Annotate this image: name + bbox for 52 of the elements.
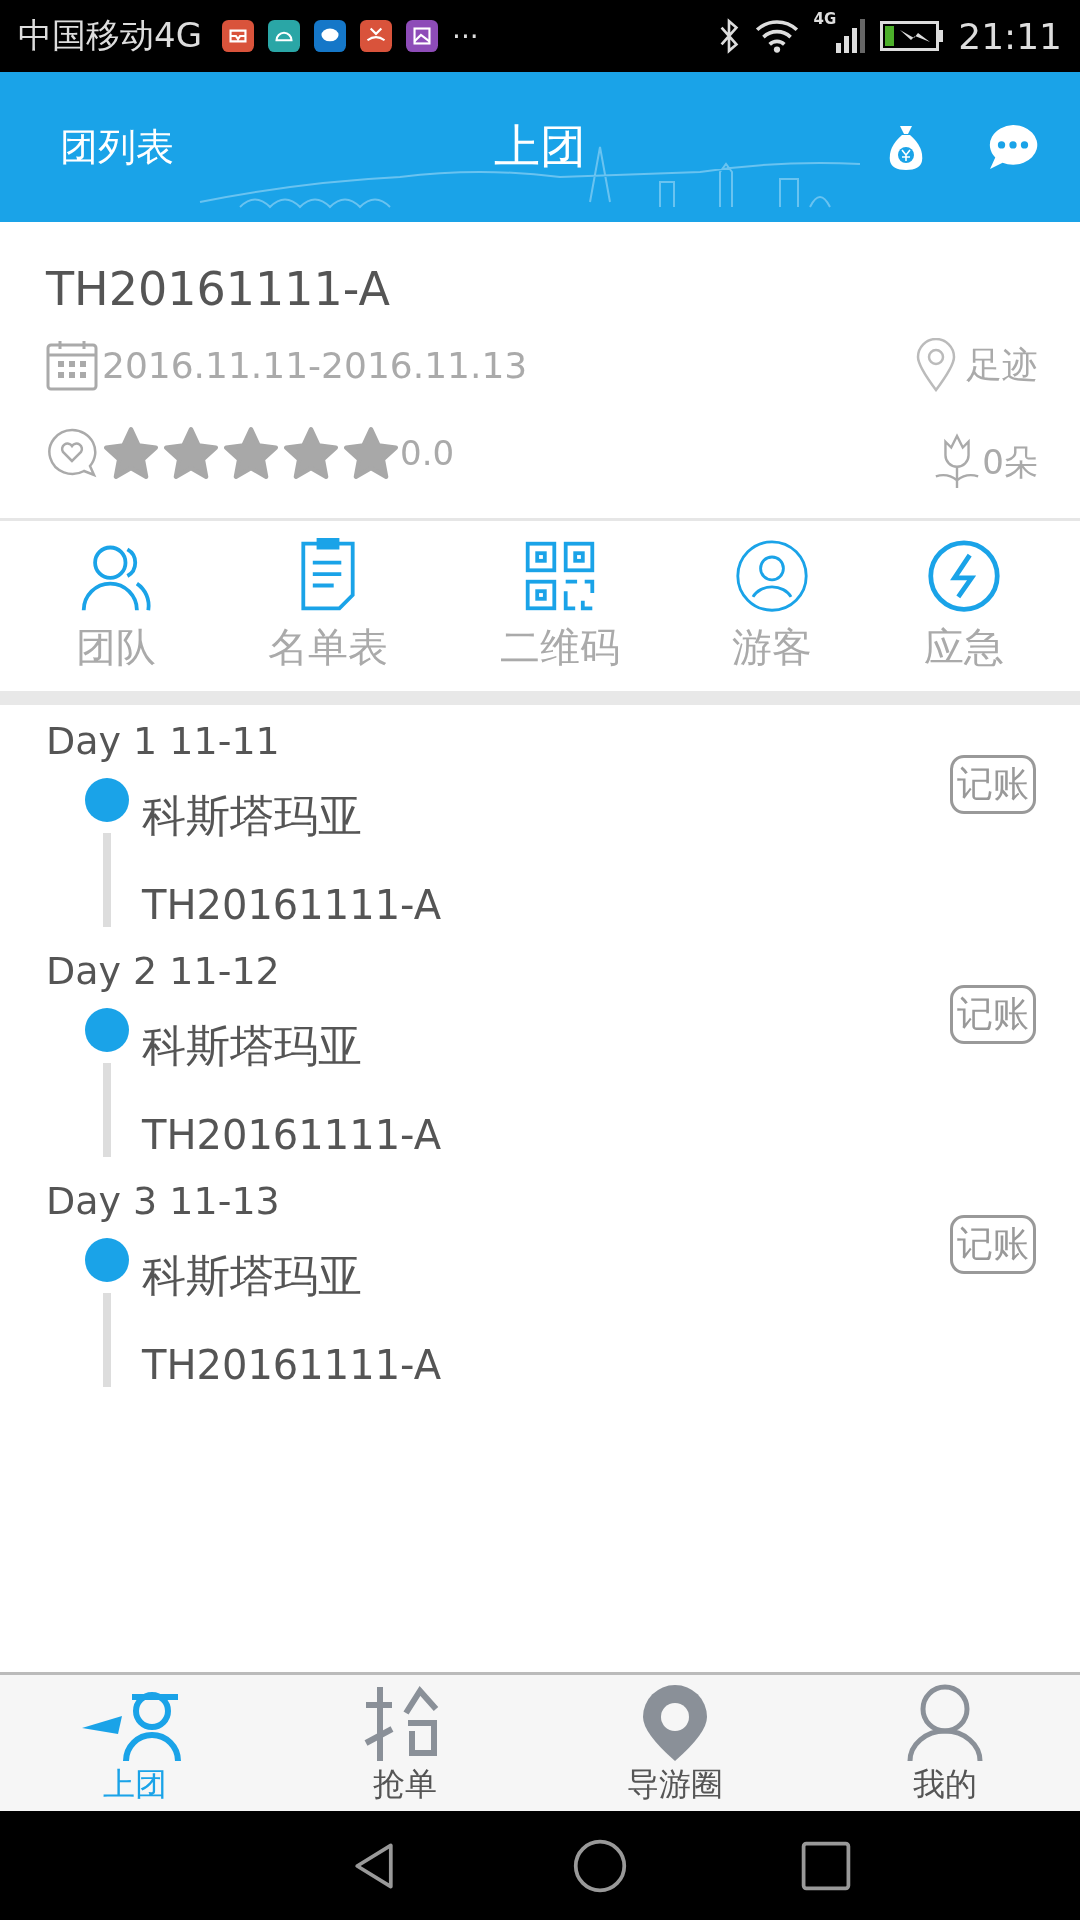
day-heading: Day 2 11-12 xyxy=(46,948,281,993)
group-list-button[interactable]: 团列表 xyxy=(60,121,174,173)
battery-charging-icon xyxy=(880,21,945,51)
shortcut-button[interactable]: 名单表 xyxy=(268,537,388,675)
nav-tab[interactable]: 上团 xyxy=(25,1683,245,1811)
nav-tab[interactable]: 我的 xyxy=(835,1683,1055,1811)
star-icon xyxy=(344,427,398,479)
star-icon xyxy=(224,427,278,479)
clock: 21:11 xyxy=(958,15,1062,57)
image-notification-icon xyxy=(406,20,438,52)
mail-notification-icon xyxy=(222,20,254,52)
shortcut-button[interactable]: 游客 xyxy=(732,537,812,675)
date-range: 2016.11.11-2016.11.13 xyxy=(102,344,528,386)
home-icon[interactable] xyxy=(572,1837,628,1894)
heart-bubble-icon xyxy=(46,427,98,479)
bookkeeping-button[interactable]: 记账 xyxy=(950,1215,1036,1274)
shortcut-button[interactable]: 二维码 xyxy=(500,537,620,675)
nav-tab[interactable]: 导游圈 xyxy=(565,1683,785,1811)
day-heading: Day 1 11-11 xyxy=(46,718,281,763)
carrier-name: 中国移动4G xyxy=(18,14,202,57)
chat-notification-icon xyxy=(314,20,346,52)
bookkeeping-button[interactable]: 记账 xyxy=(950,755,1036,814)
star-icon xyxy=(104,427,158,479)
timeline-dot-icon xyxy=(84,1007,130,1053)
page-title: 上团 xyxy=(494,118,586,175)
star-icon xyxy=(284,427,338,479)
flower-count: 0朵 xyxy=(982,441,1038,484)
nav-tab[interactable]: 抢单 xyxy=(295,1683,515,1811)
person-circle-icon xyxy=(734,537,810,614)
group-code: TH20161111-A xyxy=(142,1342,442,1388)
wifi-icon xyxy=(753,18,800,54)
group-code: TH20161111-A xyxy=(142,1112,442,1158)
rating-value: 0.0 xyxy=(400,433,455,473)
lightning-circle-icon xyxy=(926,537,1002,614)
calendar-icon xyxy=(46,339,98,391)
bookkeeping-button[interactable]: 记账 xyxy=(950,985,1036,1044)
star-icon xyxy=(164,427,218,479)
timeline-dot-icon xyxy=(84,1237,130,1283)
more-notifications: ··· xyxy=(452,19,479,53)
footprint-button[interactable]: 足迹 xyxy=(916,338,1038,392)
group-code: TH20161111-A xyxy=(46,262,391,316)
timeline-dot-icon xyxy=(84,777,130,823)
location-pin-icon xyxy=(916,338,956,392)
shortcut-button[interactable]: 应急 xyxy=(924,537,1004,675)
network-type: 4G xyxy=(813,10,837,28)
place-name: 科斯塔玛亚 xyxy=(142,789,363,843)
shortcut-button[interactable]: 团队 xyxy=(76,537,156,675)
place-name: 科斯塔玛亚 xyxy=(142,1019,363,1073)
group-code: TH20161111-A xyxy=(142,882,442,928)
signal-icon xyxy=(836,18,867,54)
day-heading: Day 3 11-13 xyxy=(46,1178,281,1223)
place-name: 科斯塔玛亚 xyxy=(142,1249,363,1303)
